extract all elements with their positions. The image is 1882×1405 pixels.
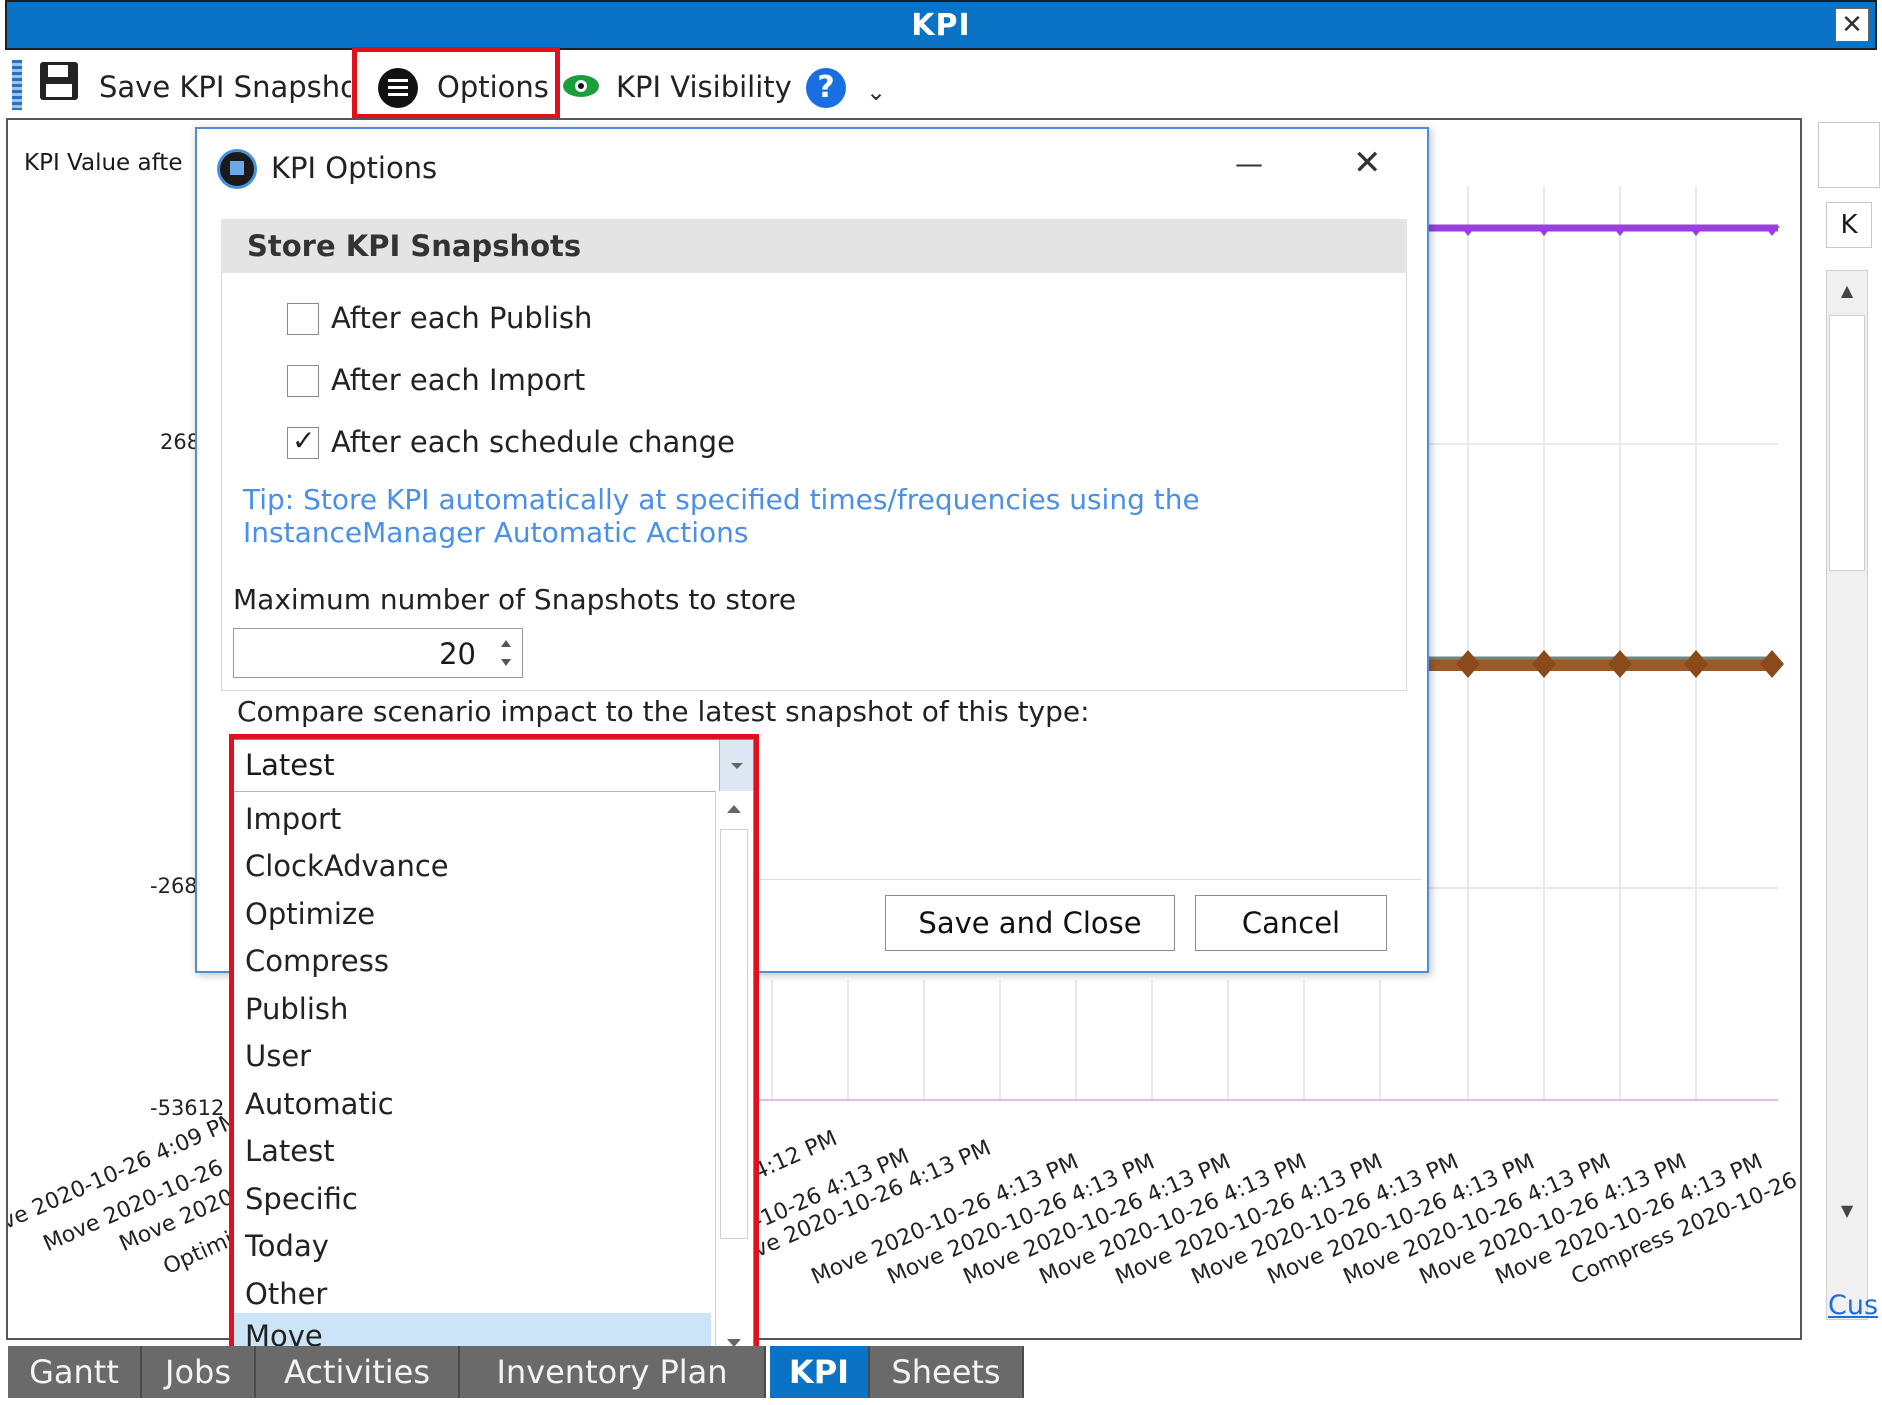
max-snapshots-spinner[interactable]: 20 (233, 628, 523, 678)
scroll-down-icon[interactable]: ▼ (1827, 1191, 1867, 1231)
toolbar-overflow-icon[interactable]: ⌄ (866, 78, 886, 106)
scroll-up-icon[interactable]: ▲ (1827, 271, 1867, 311)
checkmark-icon: ✓ (292, 424, 316, 457)
window-title-bar: KPI ✕ (5, 0, 1877, 50)
checkbox-label: After each schedule change (331, 425, 735, 459)
help-icon[interactable]: ? (806, 68, 846, 108)
checkbox-after-schedule-change[interactable]: ✓ (287, 424, 319, 459)
right-panel-box (1818, 122, 1880, 188)
max-snapshots-value: 20 (439, 637, 476, 671)
bottom-tab-bar: Gantt Jobs Activities Inventory Plan KPI… (8, 1346, 1028, 1398)
dropdown-highlight (229, 734, 759, 1364)
checkbox-after-publish[interactable] (287, 303, 319, 335)
toolbar-grip-icon[interactable] (12, 60, 22, 110)
options-button[interactable]: Options (437, 70, 549, 104)
tab-gantt[interactable]: Gantt (8, 1346, 142, 1398)
window-close-button[interactable]: ✕ (1835, 8, 1869, 42)
vertical-scrollbar[interactable]: ▲ ▼ (1826, 270, 1868, 1320)
compare-label: Compare scenario impact to the latest sn… (237, 695, 1090, 728)
window-title: KPI (911, 8, 971, 43)
checkbox-after-import[interactable] (287, 365, 319, 397)
right-panel-tab[interactable]: K (1826, 202, 1872, 248)
dialog-app-icon (217, 149, 257, 189)
section-title: Store KPI Snapshots (247, 229, 582, 263)
max-snapshots-label: Maximum number of Snapshots to store (233, 583, 797, 616)
tip-text: Tip: Store KPI automatically at specifie… (243, 483, 1200, 549)
eye-icon (562, 74, 600, 98)
save-and-close-button[interactable]: Save and Close (885, 895, 1175, 951)
save-kpi-snapshot-button[interactable]: Save KPI Snapshot (99, 70, 351, 104)
tab-jobs[interactable]: Jobs (142, 1346, 256, 1398)
minimize-icon[interactable]: — (1235, 147, 1263, 180)
dialog-title: KPI Options (271, 151, 438, 185)
button-separator (757, 879, 1421, 880)
tab-activities[interactable]: Activities (256, 1346, 460, 1398)
cancel-button[interactable]: Cancel (1195, 895, 1387, 951)
kpi-visibility-button[interactable]: KPI Visibility (616, 70, 792, 104)
tab-inventory-plan[interactable]: Inventory Plan (460, 1346, 766, 1398)
toolbar: Save KPI Snapshot Options KPI Visibility… (0, 47, 1882, 119)
section-header: Store KPI Snapshots (221, 219, 1407, 273)
tab-kpi[interactable]: KPI (770, 1346, 870, 1398)
checkbox-label: After each Publish (331, 301, 593, 335)
spinner-arrows-icon[interactable] (498, 635, 514, 671)
right-side-panel: K ▲ ▼ Cus (1812, 118, 1882, 1340)
scrollbar-thumb[interactable] (1829, 315, 1865, 571)
tab-sheets[interactable]: Sheets (870, 1346, 1024, 1398)
customize-link[interactable]: Cus (1828, 1290, 1878, 1321)
checkbox-label: After each Import (331, 363, 586, 397)
dialog-close-icon[interactable]: ✕ (1353, 143, 1382, 183)
options-menu-icon (378, 68, 418, 108)
save-icon (40, 62, 78, 100)
